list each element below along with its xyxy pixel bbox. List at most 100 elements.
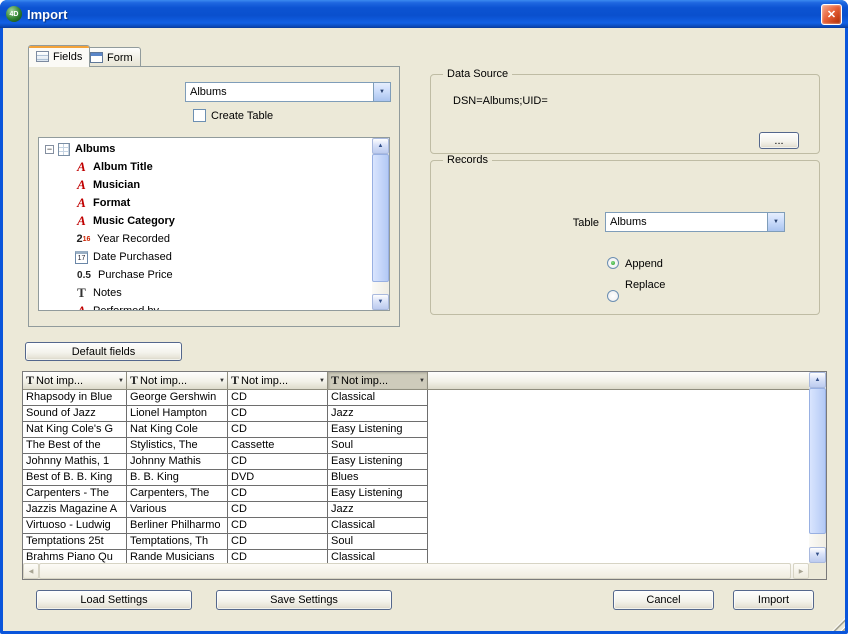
titlebar[interactable]: 4D Import ✕	[0, 0, 848, 28]
grid-vertical-scrollbar[interactable]: ▲ ▼	[809, 372, 826, 563]
tree-item-date-purchased[interactable]: 17 Date Purchased	[39, 248, 372, 266]
cell: Jazz	[328, 406, 428, 422]
table-row[interactable]: The Best of theStylistics, TheCassetteSo…	[23, 438, 809, 454]
scroll-left-button[interactable]: ◀	[23, 563, 39, 579]
cell: Lionel Hampton	[127, 406, 228, 422]
grid-horizontal-scrollbar[interactable]: ◀ ▶	[23, 563, 809, 579]
table-row[interactable]: Nat King Cole's GNat King ColeCDEasy Lis…	[23, 422, 809, 438]
column-header-2[interactable]: T Not imp... ▼	[127, 372, 228, 390]
cell: Easy Listening	[328, 422, 428, 438]
text-type-icon: T	[331, 373, 339, 388]
tree-scrollbar[interactable]: ▲ ▼	[372, 138, 389, 310]
cell: Classical	[328, 550, 428, 563]
text-type-icon: T	[26, 373, 34, 388]
cell: CD	[228, 454, 328, 470]
tree-item-music-category[interactable]: A Music Category	[39, 212, 372, 230]
cell: Carpenters, The	[127, 486, 228, 502]
table-row[interactable]: Best of B. B. KingB. B. KingDVDBlues	[23, 470, 809, 486]
tree-item-label: Year Recorded	[97, 233, 170, 245]
scrollbar-thumb[interactable]	[372, 154, 389, 282]
table-row[interactable]: Sound of JazzLionel HamptonCDJazz	[23, 406, 809, 422]
browse-button[interactable]: ...	[759, 132, 799, 149]
cell: CD	[228, 534, 328, 550]
scrollbar-thumb[interactable]	[39, 563, 791, 579]
tree-item-year-recorded[interactable]: 216 Year Recorded	[39, 230, 372, 248]
default-fields-button[interactable]: Default fields	[25, 342, 182, 361]
cell: The Best of the	[23, 438, 127, 454]
import-table-select[interactable]: Albums ▼	[185, 82, 391, 102]
column-header-1[interactable]: T Not imp... ▼	[23, 372, 127, 390]
grid-header-row: T Not imp... ▼ T Not imp... ▼ T Not imp.…	[23, 372, 809, 390]
tree-item-format[interactable]: A Format	[39, 194, 372, 212]
scroll-down-button[interactable]: ▼	[809, 547, 826, 563]
column-header-label: Not imp...	[36, 375, 83, 387]
combo-dropdown-icon[interactable]: ▼	[373, 83, 390, 101]
column-dropdown-icon[interactable]: ▼	[416, 378, 425, 384]
scrollbar-thumb[interactable]	[809, 388, 826, 534]
save-settings-button[interactable]: Save Settings	[216, 590, 392, 610]
integer-field-icon: 216	[75, 233, 92, 245]
cell: Jazzis Magazine A	[23, 502, 127, 518]
cell: Rande Musicians	[127, 550, 228, 563]
create-table-checkbox[interactable]	[193, 109, 206, 122]
tree-root-albums[interactable]: − Albums	[39, 140, 372, 158]
table-row[interactable]: Temptations 25tTemptations, ThCDSoul	[23, 534, 809, 550]
tab-fields[interactable]: Fields	[28, 45, 90, 67]
import-button[interactable]: Import	[733, 590, 814, 610]
cell: Easy Listening	[328, 486, 428, 502]
column-header-3[interactable]: T Not imp... ▼	[228, 372, 328, 390]
tree-item-performed-by[interactable]: A Performed by	[39, 302, 372, 310]
column-dropdown-icon[interactable]: ▼	[216, 378, 225, 384]
cell: Temptations, Th	[127, 534, 228, 550]
tab-form[interactable]: Form	[82, 47, 141, 67]
table-label: Table	[561, 217, 599, 229]
cell: Best of B. B. King	[23, 470, 127, 486]
table-row[interactable]: Virtuoso - LudwigBerliner PhilharmoCDCla…	[23, 518, 809, 534]
create-table-label: Create Table	[211, 110, 273, 122]
table-row[interactable]: Rhapsody in BlueGeorge GershwinCDClassic…	[23, 390, 809, 406]
dsn-value: DSN=Albums;UID=	[453, 95, 548, 107]
cell: CD	[228, 518, 328, 534]
column-header-4[interactable]: T Not imp... ▼	[328, 372, 428, 390]
column-dropdown-icon[interactable]: ▼	[316, 378, 325, 384]
load-settings-button[interactable]: Load Settings	[36, 590, 192, 610]
date-field-icon: 17	[75, 251, 88, 264]
tab-form-label: Form	[107, 52, 133, 64]
scroll-right-button[interactable]: ▶	[793, 563, 809, 579]
tree-item-musician[interactable]: A Musician	[39, 176, 372, 194]
table-row[interactable]: Brahms Piano QuRande MusiciansCDClassica…	[23, 550, 809, 563]
cell: CD	[228, 486, 328, 502]
replace-radio[interactable]	[607, 290, 619, 302]
cell: Cassette	[228, 438, 328, 454]
combo-dropdown-icon[interactable]: ▼	[767, 213, 784, 231]
tree-item-label: Notes	[93, 287, 122, 299]
append-radio[interactable]	[607, 257, 619, 269]
column-header-label: Not imp...	[341, 375, 388, 387]
import-table-value: Albums	[186, 86, 373, 98]
cell: George Gershwin	[127, 390, 228, 406]
cancel-button[interactable]: Cancel	[613, 590, 714, 610]
tree-root-label: Albums	[75, 143, 115, 155]
tree-item-purchase-price[interactable]: 0.5 Purchase Price	[39, 266, 372, 284]
close-button[interactable]: ✕	[821, 4, 842, 25]
tree-item-label: Format	[93, 197, 130, 209]
records-title: Records	[443, 154, 492, 166]
scroll-down-button[interactable]: ▼	[372, 294, 389, 310]
cell: Various	[127, 502, 228, 518]
tree-item-album-title[interactable]: A Album Title	[39, 158, 372, 176]
scroll-up-button[interactable]: ▲	[809, 372, 826, 388]
table-row[interactable]: Johnny Mathis, 1Johnny MathisCDEasy List…	[23, 454, 809, 470]
collapse-toggle-icon[interactable]: −	[45, 145, 54, 154]
tree-item-notes[interactable]: T Notes	[39, 284, 372, 302]
scroll-up-button[interactable]: ▲	[372, 138, 389, 154]
records-table-select[interactable]: Albums ▼	[605, 212, 785, 232]
table-row[interactable]: Carpenters - TheCarpenters, TheCDEasy Li…	[23, 486, 809, 502]
table-row[interactable]: Jazzis Magazine AVariousCDJazz	[23, 502, 809, 518]
column-dropdown-icon[interactable]: ▼	[115, 378, 124, 384]
alpha-field-icon: A	[75, 159, 88, 175]
tree-item-label: Musician	[93, 179, 140, 191]
column-header-label: Not imp...	[140, 375, 187, 387]
scrollbar-corner	[809, 563, 826, 579]
app-icon[interactable]: 4D	[6, 6, 22, 22]
field-tree: − Albums A Album Title A Musician A Form…	[38, 137, 390, 311]
